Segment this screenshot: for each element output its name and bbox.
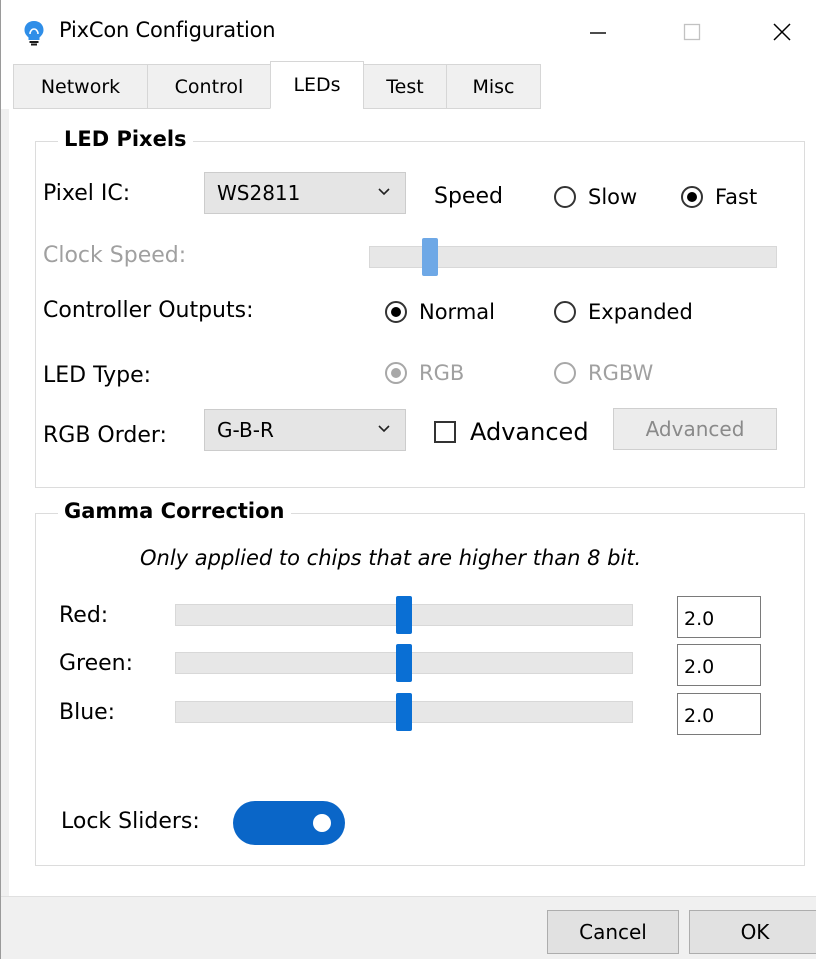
close-button[interactable] bbox=[747, 10, 816, 54]
chevron-down-icon bbox=[378, 188, 390, 196]
tab-misc[interactable]: Misc bbox=[446, 64, 541, 109]
ok-button[interactable]: OK bbox=[689, 910, 816, 954]
blue-gamma-input[interactable]: 2.0 bbox=[677, 693, 761, 735]
pixcon-window: PixCon Configuration Network Control LED… bbox=[0, 0, 816, 959]
led-type-rgbw-radio: RGBW bbox=[554, 361, 653, 385]
red-gamma-input[interactable]: 2.0 bbox=[677, 596, 761, 638]
led-type-rgb-radio: RGB bbox=[385, 361, 464, 385]
advanced-checkbox-label: Advanced bbox=[470, 418, 589, 446]
maximize-button bbox=[657, 10, 727, 54]
controller-outputs-label: Controller Outputs: bbox=[43, 298, 254, 323]
radio-circle bbox=[554, 186, 576, 208]
radio-circle bbox=[554, 362, 576, 384]
lock-sliders-toggle[interactable] bbox=[233, 801, 345, 845]
green-label: Green: bbox=[59, 651, 134, 676]
advanced-checkbox[interactable]: Advanced bbox=[434, 418, 589, 446]
speed-label: Speed bbox=[434, 184, 503, 209]
pixel-ic-dropdown[interactable]: WS2811 bbox=[204, 172, 406, 214]
checkbox-box bbox=[434, 421, 456, 443]
lightbulb-icon bbox=[24, 21, 44, 46]
title-bar[interactable]: PixCon Configuration bbox=[1, 0, 816, 64]
radio-circle-selected bbox=[385, 301, 407, 323]
close-icon bbox=[773, 23, 791, 41]
tab-network[interactable]: Network bbox=[13, 64, 148, 109]
outputs-normal-label: Normal bbox=[419, 300, 495, 324]
window-title: PixCon Configuration bbox=[59, 18, 276, 42]
speed-slow-radio[interactable]: Slow bbox=[554, 185, 637, 209]
minimize-icon bbox=[590, 32, 606, 34]
blue-label: Blue: bbox=[59, 700, 116, 725]
minimize-button[interactable] bbox=[563, 10, 633, 54]
radio-circle-selected bbox=[681, 186, 703, 208]
maximize-icon bbox=[683, 23, 701, 41]
pixel-ic-label: Pixel IC: bbox=[43, 181, 131, 206]
tab-leds[interactable]: LEDs bbox=[270, 61, 364, 109]
dialog-footer: Cancel OK bbox=[1, 896, 816, 959]
radio-circle-selected bbox=[385, 362, 407, 384]
clock-speed-label: Clock Speed: bbox=[43, 243, 187, 268]
red-slider-thumb[interactable] bbox=[396, 596, 412, 634]
advanced-button: Advanced bbox=[613, 408, 777, 450]
rgb-order-value: G-B-R bbox=[217, 418, 274, 442]
tab-strip: Network Control LEDs Test Misc bbox=[1, 61, 816, 109]
cancel-button[interactable]: Cancel bbox=[547, 910, 679, 954]
led-type-rgbw-label: RGBW bbox=[588, 361, 654, 385]
tab-test[interactable]: Test bbox=[363, 64, 447, 109]
toggle-knob bbox=[313, 814, 331, 832]
gamma-note: Only applied to chips that are higher th… bbox=[140, 546, 642, 570]
clock-speed-slider-thumb bbox=[421, 238, 438, 276]
blue-slider-thumb[interactable] bbox=[396, 693, 412, 731]
led-pixels-title: LED Pixels bbox=[58, 127, 193, 151]
speed-fast-radio[interactable]: Fast bbox=[681, 185, 757, 209]
outputs-expanded-radio[interactable]: Expanded bbox=[554, 300, 693, 324]
rgb-order-label: RGB Order: bbox=[43, 423, 167, 448]
speed-slow-label: Slow bbox=[588, 185, 638, 209]
speed-fast-label: Fast bbox=[715, 185, 758, 209]
led-type-label: LED Type: bbox=[43, 363, 152, 388]
outputs-normal-radio[interactable]: Normal bbox=[385, 300, 495, 324]
gamma-correction-title: Gamma Correction bbox=[58, 499, 291, 523]
led-type-rgb-label: RGB bbox=[419, 361, 465, 385]
pixel-ic-value: WS2811 bbox=[217, 181, 301, 205]
tab-control[interactable]: Control bbox=[147, 64, 271, 109]
outputs-expanded-label: Expanded bbox=[588, 300, 693, 324]
leds-tab-panel: LED Pixels Pixel IC: WS2811 Speed Slow F… bbox=[9, 109, 816, 896]
green-gamma-input[interactable]: 2.0 bbox=[677, 644, 761, 686]
chevron-down-icon bbox=[378, 425, 390, 433]
lock-sliders-label: Lock Sliders: bbox=[61, 809, 200, 834]
red-label: Red: bbox=[59, 603, 109, 628]
rgb-order-dropdown[interactable]: G-B-R bbox=[204, 409, 406, 451]
radio-circle bbox=[554, 301, 576, 323]
green-slider-thumb[interactable] bbox=[396, 644, 412, 682]
